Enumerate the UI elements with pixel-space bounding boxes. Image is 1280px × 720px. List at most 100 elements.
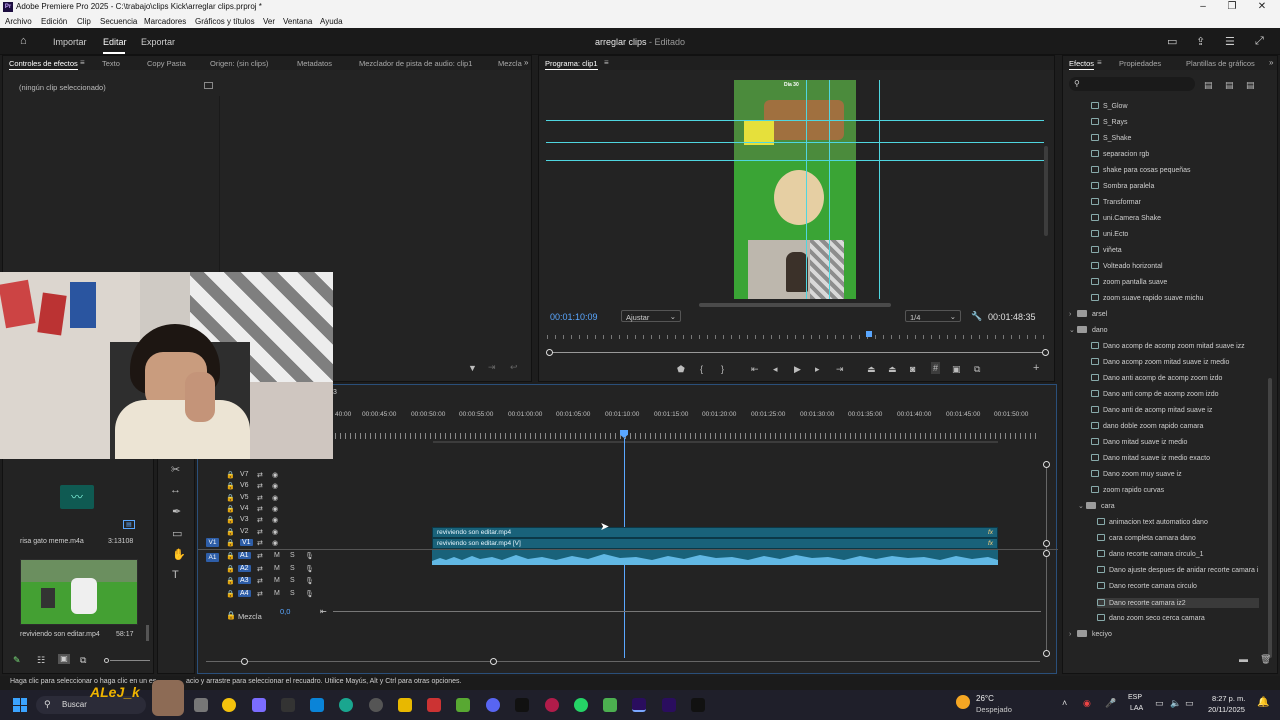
sync-lock-icon[interactable]: ⇄ <box>257 494 263 502</box>
whatsapp-icon[interactable] <box>574 698 588 712</box>
sync-lock-icon[interactable]: ⇄ <box>257 471 263 479</box>
lock-icon[interactable]: 🔒 <box>226 552 235 560</box>
store-icon[interactable] <box>310 698 324 712</box>
menu-ver[interactable]: Ver <box>263 17 275 26</box>
app-icon[interactable] <box>603 698 617 712</box>
home-icon[interactable]: ⌂ <box>20 35 27 47</box>
effects-folder[interactable]: ⌄ dano <box>1069 326 1108 334</box>
accelerated-effects-icon[interactable]: ▤ <box>1204 80 1213 91</box>
eye-icon[interactable]: ◉ <box>272 528 278 536</box>
effects-preset[interactable]: Dano ajuste despues de anidar recorte ca… <box>1097 566 1258 574</box>
weather-icon[interactable] <box>956 695 970 709</box>
effects-folder[interactable]: › arsel <box>1069 310 1107 318</box>
edge-icon[interactable] <box>339 698 353 712</box>
mark-in-icon[interactable]: { <box>700 364 703 374</box>
source-patch-a1[interactable]: A1 <box>206 553 219 562</box>
tab-importar[interactable]: Importar <box>53 37 87 47</box>
menu-ventana[interactable]: Ventana <box>283 17 312 26</box>
video-track-header[interactable]: 🔒 V7 ⇄ ◉ <box>226 471 336 481</box>
menu-ayuda[interactable]: Ayuda <box>320 17 343 26</box>
video-clip[interactable]: reviviendo son editar.mp4 [V] fx <box>432 538 998 549</box>
button-editor-icon[interactable]: + <box>1033 362 1039 374</box>
filter-icon[interactable]: ▼ <box>468 363 477 373</box>
tab-exportar[interactable]: Exportar <box>141 37 175 47</box>
audio-track-header[interactable]: 🔒 A2 ⇄ M S 🎙 <box>226 564 346 576</box>
monitor-zoom-bar[interactable] <box>547 352 1047 353</box>
effects-preset[interactable]: separacion rgb <box>1091 150 1149 158</box>
program-timecode[interactable]: 00:01:10:09 <box>550 312 598 322</box>
ripple-edit-icon[interactable]: ↔ <box>170 484 181 496</box>
sync-lock-icon[interactable]: ⇄ <box>257 505 263 513</box>
effects-scrollbar[interactable] <box>1268 378 1272 658</box>
toggle-timeline-icon[interactable] <box>204 82 213 89</box>
discord-icon[interactable] <box>486 698 500 712</box>
track-label[interactable]: V7 <box>240 471 249 478</box>
tab-controles-efectos[interactable]: Controles de efectos <box>9 59 78 70</box>
proxy-toggle-icon[interactable]: ⧉ <box>974 364 980 375</box>
eye-icon[interactable]: ◉ <box>272 482 278 490</box>
menu-graficos[interactable]: Gráficos y títulos <box>195 17 255 26</box>
solo-button[interactable]: S <box>290 552 295 559</box>
mute-button[interactable]: M <box>274 577 280 584</box>
step-forward-icon[interactable]: ▸ <box>815 364 820 375</box>
razor-icon[interactable]: ✂ <box>171 463 180 476</box>
keyboard-layout[interactable]: LAA <box>1130 705 1143 712</box>
audio-clip-label[interactable]: reviviendo son editar.mp4 fx <box>432 527 998 538</box>
mark-out-icon[interactable]: } <box>721 364 724 374</box>
copilot-icon[interactable] <box>252 698 266 712</box>
comparison-view-icon[interactable]: ▣ <box>952 364 961 375</box>
chrome-icon[interactable] <box>222 698 236 712</box>
track-label[interactable]: V5 <box>240 494 249 501</box>
step-back-icon[interactable]: ◂ <box>773 364 778 375</box>
battery-icon[interactable]: ▭ <box>1185 698 1194 709</box>
eye-icon[interactable]: ◉ <box>272 539 278 547</box>
mic-icon[interactable]: 🎙 <box>305 590 314 598</box>
sync-lock-icon[interactable]: ⇄ <box>257 565 263 573</box>
timeline-zoom-left[interactable] <box>241 658 248 665</box>
effects-preset[interactable]: Dano acomp de acomp zoom mitad suave izz <box>1091 342 1245 350</box>
go-to-in-icon[interactable]: ⇤ <box>751 364 759 375</box>
workspace-menu-icon[interactable]: ☰ <box>1225 35 1235 48</box>
chevron-down-icon[interactable]: ⌄ <box>1078 502 1086 510</box>
effects-folder[interactable]: ⌄ cara <box>1078 502 1115 510</box>
monitor-playhead[interactable] <box>866 331 872 337</box>
effects-preset[interactable]: Dano anti acomp de acomp zoom izdo <box>1091 374 1222 382</box>
lock-icon[interactable]: 🔒 <box>226 471 235 479</box>
wrench-icon[interactable]: 🔧 <box>971 311 982 322</box>
effects-preset[interactable]: Dano mitad suave iz medio exacto <box>1091 454 1210 462</box>
tab-programa[interactable]: Programa: clip1 <box>545 59 598 70</box>
zoom-slider-handle[interactable] <box>104 658 109 663</box>
lock-icon[interactable]: 🔒 <box>226 590 235 598</box>
tab-mezcla[interactable]: Mezcla <box>498 59 522 68</box>
effects-folder[interactable]: › keciyo <box>1069 630 1112 638</box>
effects-preset[interactable]: Dano recorte camara iz2 <box>1097 598 1259 608</box>
premiere-taskbar-icon[interactable] <box>632 698 646 712</box>
go-to-out-icon[interactable]: ⇥ <box>836 364 844 375</box>
vscroll-bottom[interactable] <box>1043 650 1050 657</box>
video-track-header[interactable]: 🔒 V6 ⇄ ◉ <box>226 482 336 492</box>
video-track-header[interactable]: 🔒 V1 ⇄ ◉ <box>226 538 336 549</box>
mix-expand-icon[interactable]: ⇤ <box>320 607 327 616</box>
effects-search-input[interactable]: ⚲ <box>1069 77 1195 91</box>
bin-item-name[interactable]: reviviendo son editar.mp4 <box>20 631 100 638</box>
maximize-icon[interactable]: ❐ <box>1222 1 1242 12</box>
track-label[interactable]: V6 <box>240 482 249 489</box>
lock-icon[interactable]: 🔒 <box>226 505 235 513</box>
effects-preset[interactable]: cara completa camara dano <box>1097 534 1196 542</box>
audio-track-header[interactable]: 🔒 A1 ⇄ M S 🎙 <box>226 552 346 563</box>
mic-icon[interactable]: 🎙 <box>305 577 314 585</box>
resolution-select[interactable]: 1/4 ⌄ <box>905 310 961 322</box>
effects-preset[interactable]: S_Glow <box>1091 102 1128 110</box>
track-label[interactable]: A1 <box>238 552 251 559</box>
delete-icon[interactable]: 🗑 <box>1260 654 1271 665</box>
program-video-frame[interactable]: Día 30 <box>734 80 856 299</box>
effects-preset[interactable]: S_Shake <box>1091 134 1131 142</box>
lock-icon[interactable]: 🔒 <box>226 577 235 585</box>
effects-preset[interactable]: Dano anti comp de acomp zoom izdo <box>1091 390 1219 398</box>
menu-marcadores[interactable]: Marcadores <box>144 17 186 26</box>
lock-icon[interactable]: 🔒 <box>226 494 235 502</box>
eye-icon[interactable]: ◉ <box>272 471 278 479</box>
bin-item-name[interactable]: risa gato meme.m4a <box>20 538 84 545</box>
effects-preset[interactable]: zoom suave rapido suave michu <box>1091 294 1203 302</box>
lock-icon[interactable]: 🔒 <box>226 565 235 573</box>
